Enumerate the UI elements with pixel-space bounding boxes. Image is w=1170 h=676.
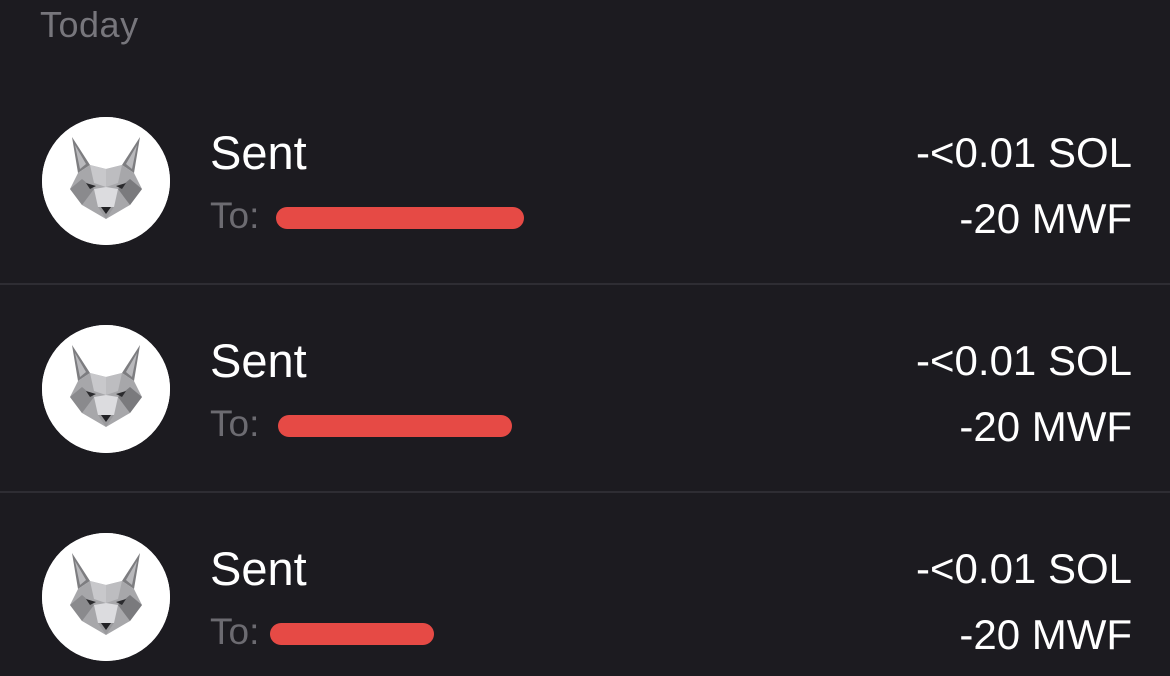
amount-token: -20 MWF	[959, 403, 1132, 450]
amount-token: -20 MWF	[959, 611, 1132, 658]
row-divider	[0, 283, 1170, 285]
recipient-line: To:	[210, 403, 550, 451]
wolf-token-icon	[42, 325, 170, 453]
transaction-title: Sent	[210, 542, 307, 595]
transaction-row[interactable]: Sent To: -<0.01 SOL -20 MWF	[0, 501, 1170, 676]
transaction-row[interactable]: Sent To: -<0.01 SOL -20 MWF	[0, 85, 1170, 291]
section-header-today: Today	[40, 4, 139, 45]
recipient-label: To:	[210, 403, 260, 444]
recipient-redaction-mark	[278, 415, 512, 437]
wolf-token-icon	[42, 533, 170, 661]
recipient-label: To:	[210, 611, 260, 652]
amount-sol: -<0.01 SOL	[916, 129, 1132, 176]
activity-screen: Today Sent To: -<0.01 SOL -20 MWF Sent T…	[0, 0, 1170, 676]
recipient-label: To:	[210, 195, 260, 236]
amount-token: -20 MWF	[959, 195, 1132, 242]
amount-sol: -<0.01 SOL	[916, 545, 1132, 592]
transaction-title: Sent	[210, 334, 307, 387]
recipient-line: To:	[210, 195, 550, 243]
recipient-line: To:	[210, 611, 550, 659]
amount-sol: -<0.01 SOL	[916, 337, 1132, 384]
wolf-token-icon	[42, 117, 170, 245]
transaction-title: Sent	[210, 126, 307, 179]
recipient-redaction-mark	[276, 207, 524, 229]
transaction-row[interactable]: Sent To: -<0.01 SOL -20 MWF	[0, 293, 1170, 499]
recipient-redaction-mark	[270, 623, 434, 645]
row-divider	[0, 491, 1170, 493]
